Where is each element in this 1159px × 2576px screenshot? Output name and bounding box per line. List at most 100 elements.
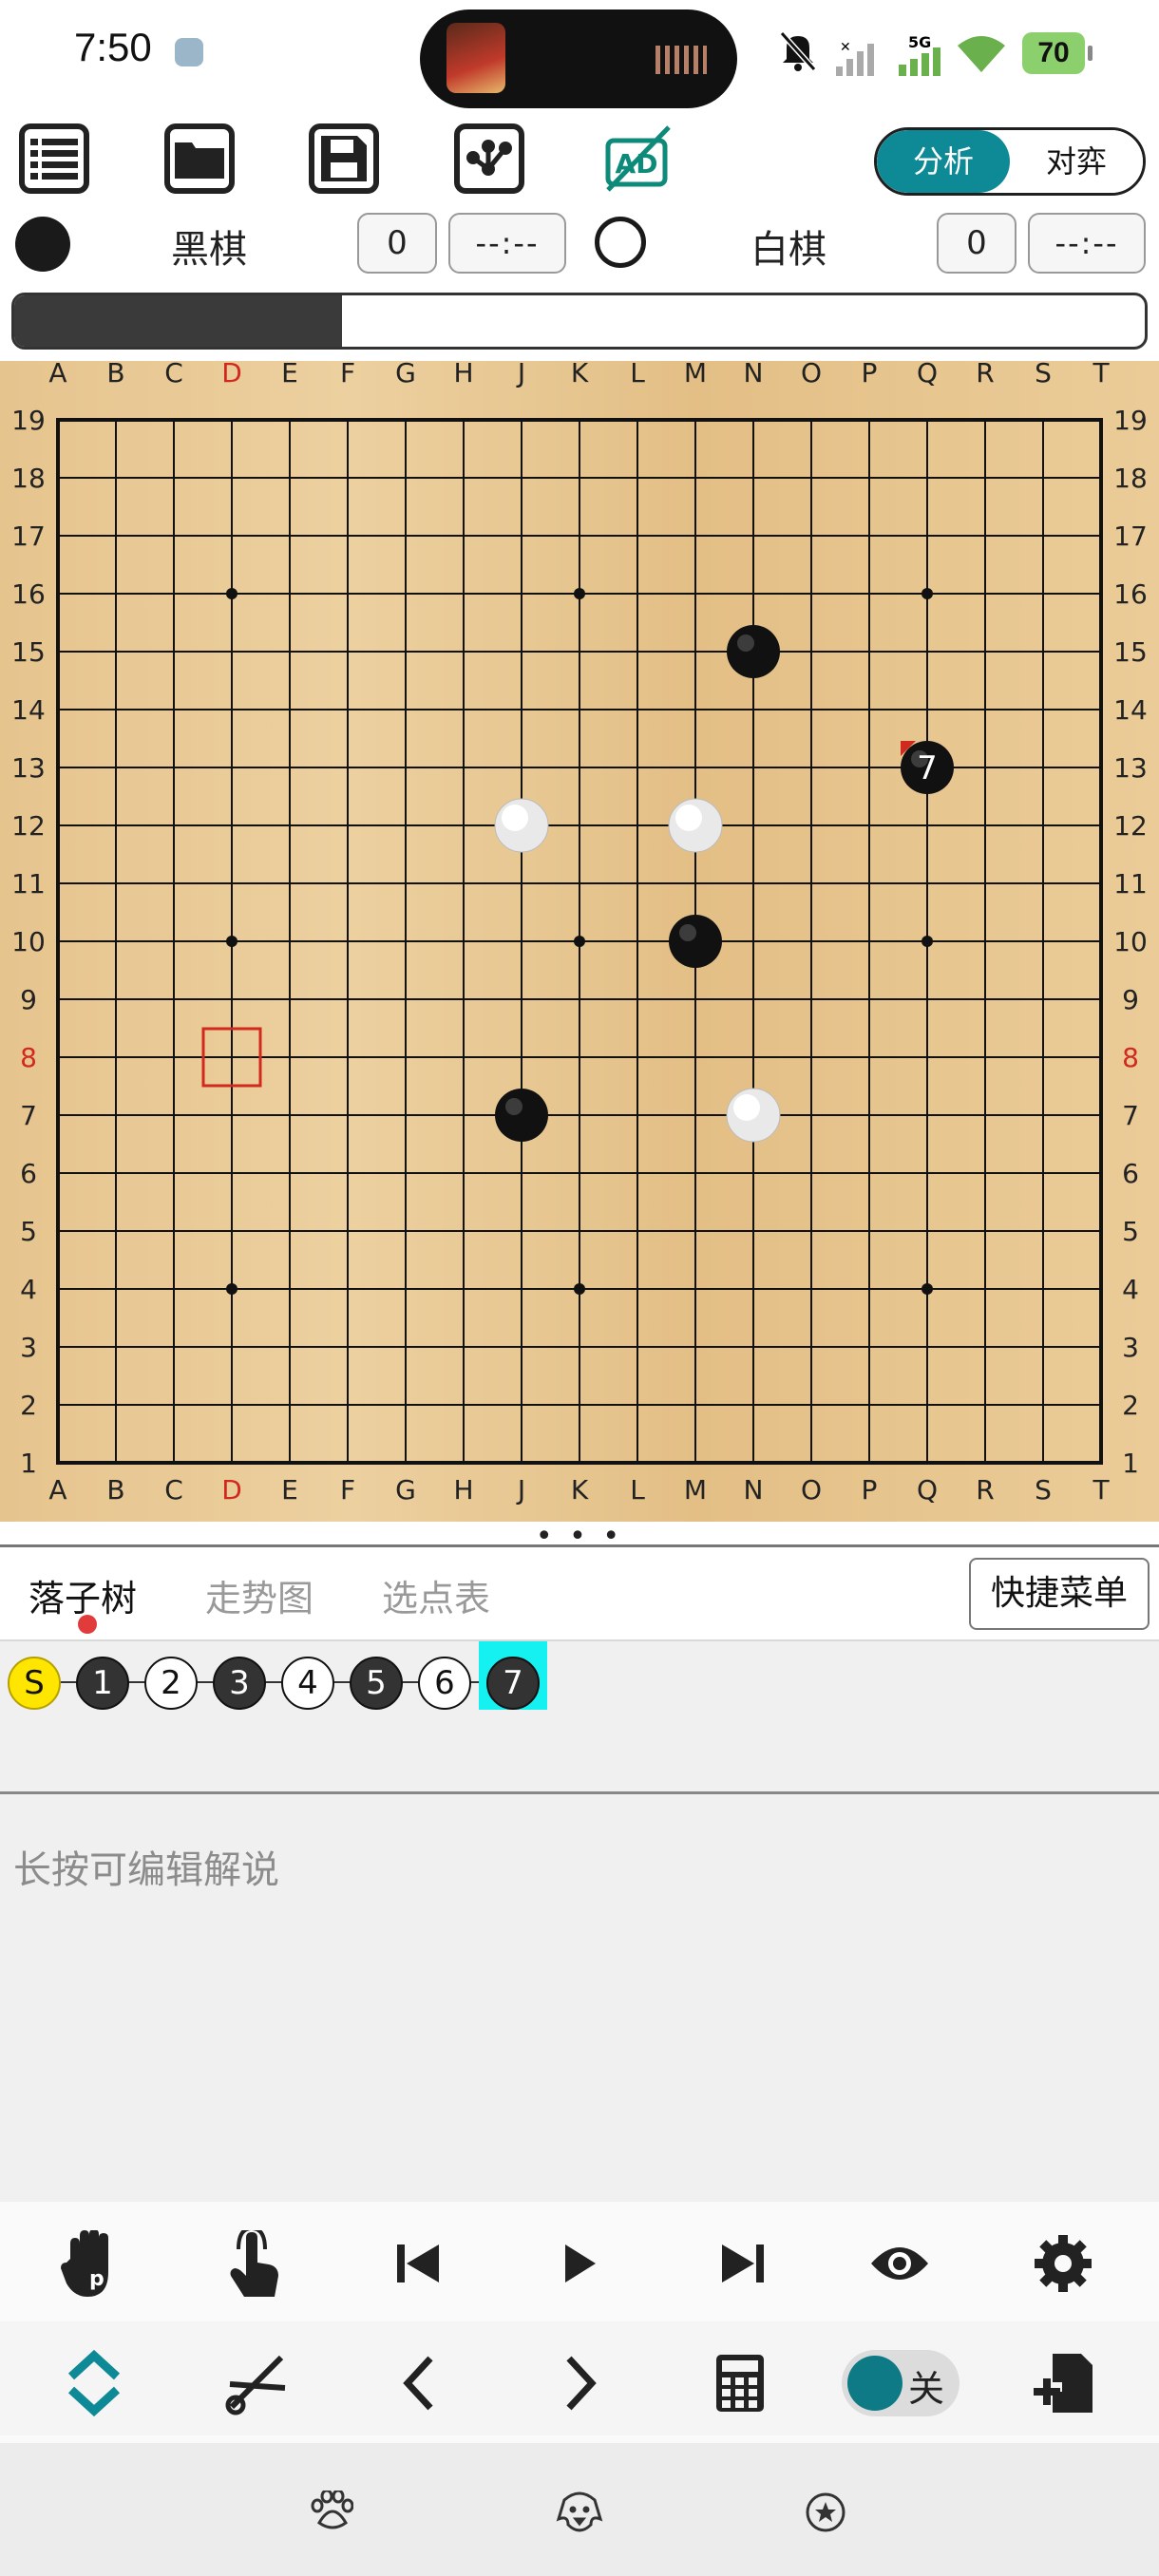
row-label: 12: [1113, 810, 1148, 842]
row-label: 9: [20, 984, 37, 1015]
shield-icon: [175, 38, 203, 66]
open-file-button[interactable]: [164, 123, 235, 194]
row-label: 16: [11, 578, 46, 610]
touch-button[interactable]: [213, 2221, 298, 2306]
column-label: Q: [917, 361, 938, 388]
hand-p-button[interactable]: p: [49, 2221, 135, 2306]
winrate-black-fill: [14, 295, 343, 347]
cut-button[interactable]: [213, 2340, 298, 2426]
row-label: 19: [11, 405, 46, 436]
row-label: 18: [1113, 463, 1148, 494]
move-node-2[interactable]: 2: [144, 1657, 198, 1710]
column-label: B: [106, 1474, 124, 1506]
paw-icon[interactable]: [310, 2489, 354, 2534]
calculator-button[interactable]: [697, 2340, 783, 2426]
dog-icon[interactable]: [553, 2491, 606, 2538]
clock: 7:50: [74, 25, 152, 69]
add-file-button[interactable]: [1020, 2340, 1106, 2426]
tab-candidate-table[interactable]: 选点表: [382, 1569, 490, 1621]
row-label: 7: [1122, 1100, 1139, 1131]
star-point: [922, 588, 933, 599]
tab-move-tree[interactable]: 落子树: [28, 1569, 137, 1621]
show-hide-button[interactable]: [857, 2221, 942, 2306]
signal-sim1-icon: ✕: [836, 40, 874, 76]
move-node-1[interactable]: 1: [76, 1657, 129, 1710]
ad-toggle-button[interactable]: AD: [602, 123, 674, 196]
row-label: 18: [11, 463, 46, 494]
stone-highlight: [502, 805, 528, 831]
black-time: --:--: [448, 213, 566, 274]
prev-icon: [403, 2356, 433, 2411]
next-move-button[interactable]: [538, 2340, 623, 2426]
move-node-3[interactable]: 3: [213, 1657, 266, 1710]
quick-menu-button[interactable]: 快捷菜单: [969, 1558, 1150, 1630]
save-button[interactable]: [309, 123, 379, 194]
status-icons: ✕ 5G 70: [779, 25, 1140, 82]
move-node-start[interactable]: S: [8, 1657, 61, 1710]
column-label: T: [1092, 361, 1110, 388]
row-label: 11: [11, 868, 46, 900]
collapse-icon: [67, 2350, 121, 2416]
comment-area[interactable]: 长按可编辑解说: [0, 1795, 1159, 2202]
column-label: G: [395, 361, 416, 388]
analysis-toggle[interactable]: 关: [842, 2350, 960, 2416]
star-icon[interactable]: [804, 2491, 847, 2538]
prev-move-button[interactable]: [376, 2340, 462, 2426]
list-button[interactable]: [19, 123, 89, 194]
ad-off-icon: AD: [605, 125, 671, 192]
row-label: 19: [1113, 405, 1148, 436]
play-icon: [565, 2245, 596, 2282]
black-stone: [727, 625, 780, 678]
mode-analysis-tab[interactable]: 分析: [877, 130, 1010, 193]
tab-trend-chart[interactable]: 走势图: [205, 1569, 314, 1621]
star-point: [922, 936, 933, 947]
bell-muted-icon: [779, 30, 817, 82]
gear-icon: [1035, 2235, 1092, 2292]
dynamic-island[interactable]: [420, 9, 737, 108]
column-label: E: [281, 361, 298, 388]
mode-switch[interactable]: 分析 对弈: [874, 127, 1146, 196]
resize-handle-top[interactable]: • • •: [0, 1520, 1159, 1553]
row-label: 15: [11, 636, 46, 668]
move-node-6[interactable]: 6: [418, 1657, 471, 1710]
column-label: R: [976, 1474, 994, 1506]
move-node-7[interactable]: 7: [486, 1657, 540, 1710]
black-player-label: 黑棋: [171, 228, 247, 272]
last-move-button[interactable]: [699, 2221, 785, 2306]
move-tree-panel[interactable]: S 1 2 3 4 5 6 7: [0, 1639, 1159, 1795]
row-label: 2: [20, 1390, 37, 1421]
play-button[interactable]: [538, 2221, 623, 2306]
battery-indicator: 70: [1022, 32, 1092, 74]
move-node-4[interactable]: 4: [281, 1657, 334, 1710]
go-board[interactable]: A A B B C C D D E E F F G G H H J J K K L L M M N N O O P P Q Q R R S S T T 19…: [0, 361, 1159, 1522]
board-canvas[interactable]: AABBCCDDEEFFGGHHJJKKLLMMNNOOPPQQRRSSTT19…: [0, 361, 1159, 1522]
mode-play-tab[interactable]: 对弈: [1010, 130, 1143, 193]
row-label: 2: [1122, 1390, 1139, 1421]
black-captures: 0: [357, 213, 437, 274]
row-label: 12: [11, 810, 46, 842]
svg-text:p: p: [89, 2267, 104, 2291]
column-label: M: [684, 1474, 707, 1506]
column-label: Q: [917, 1474, 938, 1506]
first-move-button[interactable]: [376, 2221, 462, 2306]
settings-button[interactable]: [1020, 2221, 1106, 2306]
column-label: J: [516, 361, 525, 388]
star-point: [226, 588, 238, 599]
move-node-5[interactable]: 5: [350, 1657, 403, 1710]
wifi-icon: [956, 32, 1007, 84]
column-label: P: [862, 1474, 878, 1506]
collapse-button[interactable]: [51, 2340, 137, 2426]
star-point: [922, 1283, 933, 1295]
column-label: H: [453, 1474, 473, 1506]
variation-button[interactable]: [454, 123, 524, 194]
column-label: A: [48, 1474, 66, 1506]
column-label: L: [630, 1474, 645, 1506]
row-label: 17: [11, 521, 46, 552]
column-label: F: [340, 361, 355, 388]
row-label: 3: [1122, 1332, 1139, 1363]
row-label: 1: [1122, 1448, 1139, 1479]
row-label: 7: [20, 1100, 37, 1131]
eye-icon: [871, 2247, 928, 2280]
column-label: K: [571, 1474, 589, 1506]
row-label: 16: [1113, 578, 1148, 610]
